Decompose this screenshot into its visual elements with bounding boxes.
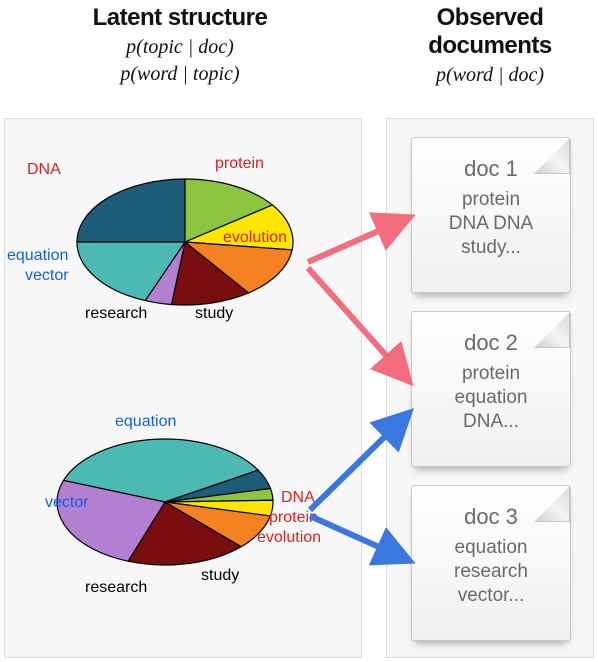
observed-documents-title-line2: documents <box>386 32 594 60</box>
label-study-bot: study <box>201 567 239 585</box>
label-protein-bot: protein <box>269 509 318 527</box>
observed-documents-panel: doc 1 protein DNA DNA study... doc 2 pro… <box>386 118 594 658</box>
doc-1-line1: protein <box>462 189 520 210</box>
label-evolution-top: evolution <box>223 229 287 247</box>
doc-2-words: protein equation DNA... <box>412 362 570 433</box>
label-research-bot: research <box>85 579 147 597</box>
label-study-top: study <box>195 305 233 323</box>
doc-1-words: protein DNA DNA study... <box>412 188 570 259</box>
label-equation-top: equation <box>7 247 68 265</box>
pie-slice-dna <box>77 179 185 242</box>
left-column-header: Latent structure p(topic | doc) p(word |… <box>30 4 330 86</box>
p-word-topic-formula: p(word | topic) <box>30 63 330 86</box>
doc-2-line3: DNA... <box>463 411 519 432</box>
label-dna-bot: DNA <box>281 489 315 507</box>
doc-1-line3: study... <box>461 237 521 258</box>
p-topic-doc-formula: p(topic | doc) <box>30 36 330 59</box>
label-research-top: research <box>85 305 147 323</box>
latent-structure-title: Latent structure <box>30 4 330 32</box>
doc-2-line1: protein <box>462 363 520 384</box>
doc-1-line2: DNA DNA <box>449 213 533 234</box>
label-dna-top: DNA <box>27 161 61 179</box>
p-word-doc-formula: p(word | doc) <box>386 64 594 87</box>
doc-3-line1: equation <box>455 537 528 558</box>
doc-2-card: doc 2 protein equation DNA... <box>411 311 571 467</box>
doc-3-card: doc 3 equation research vector... <box>411 485 571 641</box>
doc-3-words: equation research vector... <box>412 536 570 607</box>
right-column-header: Observed documents p(word | doc) <box>386 4 594 87</box>
label-protein-top: protein <box>215 155 264 173</box>
doc-1-card: doc 1 protein DNA DNA study... <box>411 137 571 293</box>
doc-3-line2: research <box>454 561 528 582</box>
observed-documents-title-line1: Observed <box>386 4 594 32</box>
doc-2-line2: equation <box>455 387 528 408</box>
label-equation-bot: equation <box>115 413 176 431</box>
label-vector-top: vector <box>25 267 69 285</box>
doc-3-line3: vector... <box>458 585 525 606</box>
label-vector-bot: vector <box>45 494 89 512</box>
latent-structure-panel: DNA protein evolution equation vector re… <box>4 118 362 658</box>
label-evolution-bot: evolution <box>257 529 321 547</box>
